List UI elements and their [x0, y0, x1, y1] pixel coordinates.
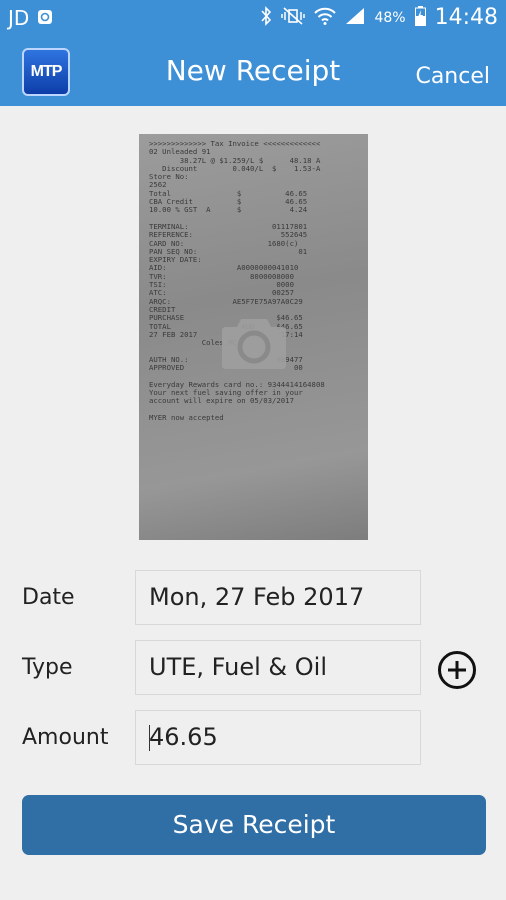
vibrate-mute-icon: [281, 6, 306, 29]
signal-icon: [345, 7, 365, 29]
clock: 14:48: [434, 5, 498, 30]
type-label: Type: [22, 655, 73, 680]
amount-value: 46.65: [149, 723, 218, 751]
app-bar: MTP New Receipt Cancel: [0, 37, 506, 106]
type-field[interactable]: UTE, Fuel & Oil: [135, 640, 421, 695]
camera-icon[interactable]: [219, 305, 289, 375]
wifi-icon: [314, 7, 337, 29]
bluetooth-icon: [260, 5, 272, 30]
battery-charging-icon: [414, 5, 426, 30]
status-bar: JD 48% 14:48: [0, 0, 506, 37]
battery-level: 48%: [374, 9, 406, 26]
cancel-button[interactable]: Cancel: [415, 64, 490, 89]
date-label: Date: [22, 585, 75, 610]
receipt-text: >>>>>>>>>>>>> Tax Invoice <<<<<<<<<<<<< …: [149, 139, 325, 422]
amount-field[interactable]: 46.65: [135, 710, 421, 765]
carrier-label: JD: [8, 6, 30, 30]
date-field[interactable]: Mon, 27 Feb 2017: [135, 570, 421, 625]
amount-label: Amount: [22, 725, 109, 750]
save-receipt-button[interactable]: Save Receipt: [22, 795, 486, 855]
add-type-icon[interactable]: [437, 650, 477, 690]
status-right: 48% 14:48: [260, 5, 498, 30]
message-notification-icon: [37, 6, 53, 30]
status-left: JD: [8, 6, 53, 30]
